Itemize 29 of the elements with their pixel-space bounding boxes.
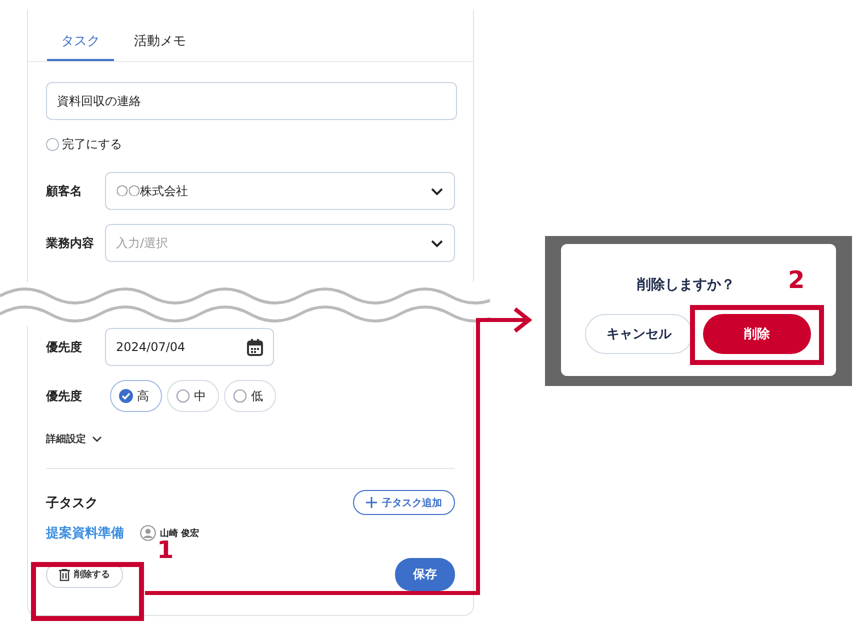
user-avatar-icon: [140, 525, 156, 541]
details-toggle[interactable]: 詳細設定: [46, 432, 102, 446]
field-label: 優先度: [46, 338, 83, 356]
field-label: 業務内容: [46, 234, 95, 252]
assignee-name: 山崎 俊宏: [160, 527, 200, 540]
save-button[interactable]: 保存: [395, 558, 455, 591]
dialog-title: 削除しますか？: [637, 277, 735, 293]
tab[interactable]: タスク: [47, 24, 114, 61]
priority-option[interactable]: 低: [224, 380, 276, 412]
calendar-icon: [247, 338, 263, 356]
plus-icon: [366, 497, 377, 508]
step-number: 1: [157, 538, 174, 562]
section-title: 子タスク: [46, 494, 98, 512]
priority-option[interactable]: 中: [167, 380, 219, 412]
trash-icon: [59, 568, 70, 580]
complete-radio[interactable]: [46, 138, 59, 150]
step-number: 2: [788, 268, 805, 292]
chevron-down-icon: [92, 436, 102, 442]
add-subtask-button[interactable]: 子タスク追加: [353, 490, 455, 515]
select-field[interactable]: 〇〇株式会社: [105, 172, 455, 210]
complete-label: 完了にする: [62, 136, 122, 152]
delete-button[interactable]: 削除: [703, 314, 811, 354]
date-field[interactable]: 2024/07/04: [105, 328, 274, 366]
field-label: 優先度: [46, 388, 83, 404]
field-label: 顧客名: [46, 182, 83, 200]
priority-option[interactable]: 高: [110, 380, 162, 412]
title-field[interactable]: 資料回収の連絡: [46, 82, 457, 120]
cancel-button[interactable]: キャンセル: [585, 314, 693, 354]
tab[interactable]: 活動メモ: [120, 24, 200, 61]
